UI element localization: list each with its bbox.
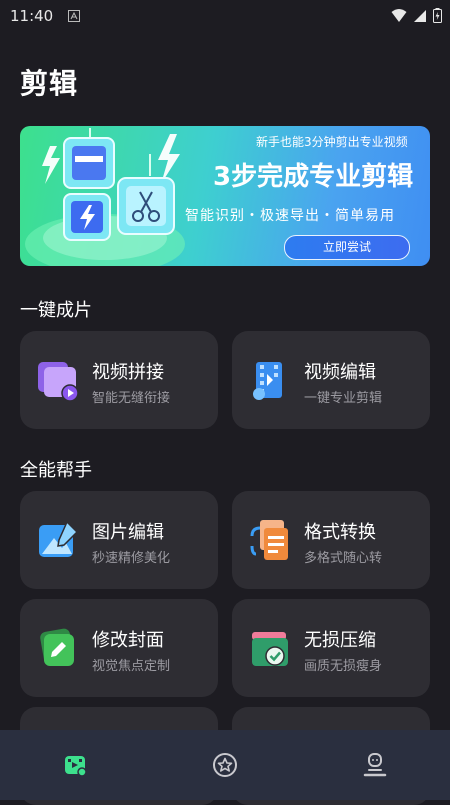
- card-subtitle: 智能无缝衔接: [92, 391, 171, 406]
- status-icons: [391, 8, 442, 23]
- try-now-button[interactable]: 立即尝试: [284, 235, 410, 260]
- film-edit-icon: [253, 362, 282, 400]
- banner-top-text: 新手也能3分钟剪出专业视频: [256, 135, 408, 149]
- bottom-nav: [0, 730, 450, 800]
- card-title: 修改封面: [92, 630, 164, 651]
- card-video-edit[interactable]: 视频编辑 一键专业剪辑: [232, 331, 430, 429]
- card-subtitle: 秒速精修美化: [92, 551, 171, 566]
- section-title-one-click: 一键成片: [20, 300, 92, 321]
- section-title-all-helpers: 全能帮手: [20, 460, 92, 481]
- page-title: 剪辑: [20, 67, 79, 100]
- compress-icon: [252, 632, 288, 666]
- card-video-merge[interactable]: 视频拼接 智能无缝衔接: [20, 331, 218, 429]
- card-subtitle: 一键专业剪辑: [304, 391, 383, 406]
- status-bar: 11:40: [0, 0, 450, 32]
- card-title: 视频编辑: [304, 362, 376, 383]
- banner-main-text: 3步完成专业剪辑: [213, 162, 414, 192]
- card-title: 图片编辑: [92, 522, 164, 543]
- status-time: 11:40: [10, 7, 54, 25]
- film-tab-icon: [65, 756, 87, 777]
- card-compress[interactable]: 无损压缩 画质无损瘦身: [232, 599, 430, 697]
- banner-sub-text: 智能识别・极速导出・简单易用: [185, 208, 395, 224]
- wifi-icon: [391, 8, 407, 22]
- format-convert-icon: [250, 520, 288, 560]
- card-title: 格式转换: [304, 522, 376, 543]
- card-title: 视频拼接: [92, 362, 164, 383]
- signal-icon: [414, 9, 426, 22]
- banner-illustration: [25, 128, 185, 266]
- tab-edit[interactable]: [60, 750, 90, 780]
- card-format-convert[interactable]: 格式转换 多格式随心转: [232, 491, 430, 589]
- card-subtitle: 视觉焦点定制: [92, 659, 171, 674]
- tab-effects[interactable]: [210, 750, 240, 780]
- notification-icon: [68, 10, 80, 22]
- profile-tab-icon: [363, 753, 387, 777]
- card-subtitle: 多格式随心转: [304, 551, 383, 566]
- card-cover-edit[interactable]: 修改封面 视觉焦点定制: [20, 599, 218, 697]
- image-edit-icon: [39, 520, 79, 557]
- card-subtitle: 画质无损瘦身: [304, 659, 383, 674]
- promo-banner[interactable]: 新手也能3分钟剪出专业视频 3步完成专业剪辑 智能识别・极速导出・简单易用 立即…: [20, 126, 430, 266]
- battery-icon: [433, 8, 442, 23]
- cover-edit-icon: [40, 628, 74, 666]
- video-merge-icon: [38, 362, 79, 402]
- star-tab-icon: [213, 753, 237, 777]
- card-title: 无损压缩: [304, 630, 376, 651]
- card-image-edit[interactable]: 图片编辑 秒速精修美化: [20, 491, 218, 589]
- tab-profile[interactable]: [360, 750, 390, 780]
